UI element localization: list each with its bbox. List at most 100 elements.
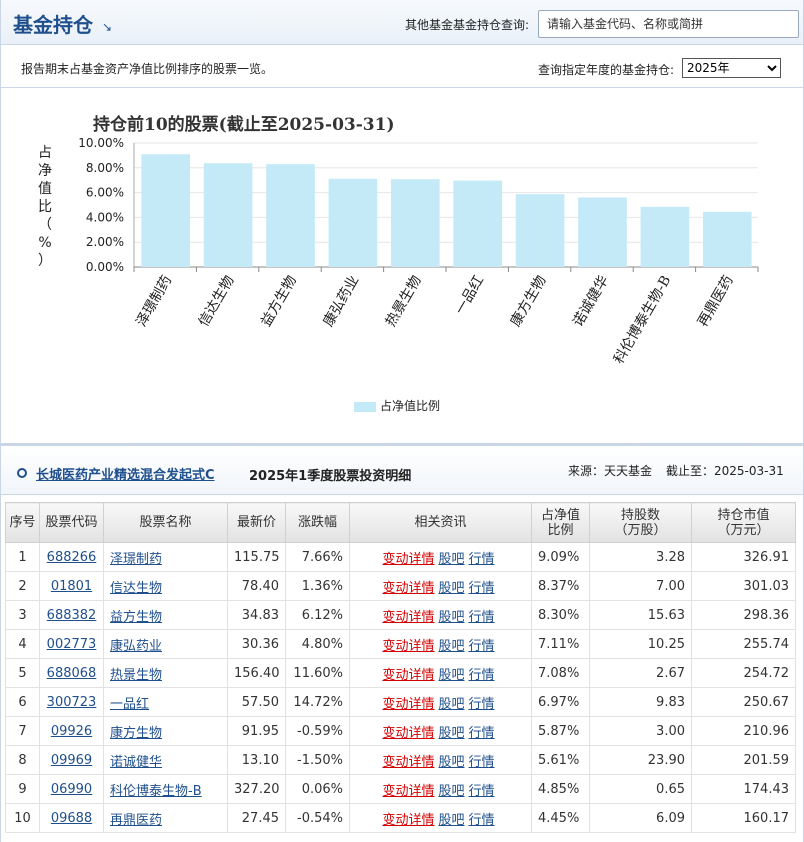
stock-code-link[interactable]: 06990 (51, 782, 92, 797)
col-ratio: 占净值 比例 (531, 502, 590, 543)
related-info: 变动详情 股吧 行情 (349, 745, 532, 775)
stock-name-link[interactable]: 再鼎医药 (110, 813, 162, 828)
bar-9 (640, 206, 690, 267)
market-value: 298.36 (691, 600, 796, 630)
guba-link[interactable]: 股吧 (438, 813, 464, 828)
quote-link[interactable]: 行情 (469, 726, 495, 741)
stock-code-link[interactable]: 300723 (47, 695, 97, 710)
fund-search-input[interactable] (538, 10, 799, 38)
stock-name-link[interactable]: 泽璟制药 (110, 552, 162, 567)
related-info: 变动详情 股吧 行情 (349, 629, 532, 659)
stock-name-link[interactable]: 信达生物 (110, 581, 162, 596)
stock-name-link[interactable]: 科伦博泰生物-B (110, 784, 202, 799)
guba-link[interactable]: 股吧 (438, 581, 464, 596)
quote-link[interactable]: 行情 (469, 610, 495, 625)
fund-name-link[interactable]: 长城医药产业精选混合发起式C (36, 464, 215, 483)
year-select[interactable]: 2025年 (682, 58, 781, 78)
stock-name-link[interactable]: 康弘药业 (110, 639, 162, 654)
latest-price: 156.40 (227, 658, 286, 688)
y-tick-label: 10.00% (78, 136, 124, 150)
quote-link[interactable]: 行情 (469, 784, 495, 799)
stock-name-link[interactable]: 热景生物 (110, 668, 162, 683)
row-no: 4 (5, 629, 40, 659)
related-info: 变动详情 股吧 行情 (349, 571, 532, 601)
guba-link[interactable]: 股吧 (438, 610, 464, 625)
stock-code-link[interactable]: 09688 (51, 811, 92, 826)
table-row: 5 688068 热景生物 156.40 11.60% 变动详情 股吧 行情 7.08% 2.67… (5, 658, 796, 688)
col-no: 序号 (5, 502, 40, 543)
table-row: 7 09926 康方生物 91.95 -0.59% 变动详情 股吧 行情 5.87% 3.00 21… (5, 716, 796, 746)
shares-held: 3.00 (589, 716, 692, 746)
quote-link[interactable]: 行情 (469, 552, 495, 567)
x-tick-label: 康方生物 (507, 273, 550, 330)
y-axis-label-char: 净 (38, 163, 52, 179)
col-value: 持仓市值 （万元） (691, 502, 796, 543)
quote-link[interactable]: 行情 (469, 813, 495, 828)
change-detail-link[interactable]: 变动详情 (382, 755, 434, 770)
col-ratio-line2: 比例 (547, 522, 574, 538)
net-value-ratio: 7.11% (531, 629, 590, 659)
row-no: 6 (5, 687, 40, 717)
stock-code-link[interactable]: 09926 (51, 724, 92, 739)
y-tick-label: 8.00% (86, 161, 124, 175)
stock-code-link[interactable]: 01801 (51, 579, 92, 594)
net-value-ratio: 6.97% (531, 687, 590, 717)
quote-link[interactable]: 行情 (469, 755, 495, 770)
guba-link[interactable]: 股吧 (438, 697, 464, 712)
quote-link[interactable]: 行情 (469, 668, 495, 683)
stock-name-link[interactable]: 康方生物 (110, 726, 162, 741)
guba-link[interactable]: 股吧 (438, 755, 464, 770)
change-detail-link[interactable]: 变动详情 (382, 697, 434, 712)
guba-link[interactable]: 股吧 (438, 726, 464, 741)
change-detail-link[interactable]: 变动详情 (382, 639, 434, 654)
change-detail-link[interactable]: 变动详情 (382, 581, 434, 596)
col-related: 相关资讯 (349, 502, 532, 543)
y-axis-label-char: ） (38, 253, 52, 269)
quote-link[interactable]: 行情 (469, 639, 495, 654)
change-detail-link[interactable]: 变动详情 (382, 784, 434, 799)
col-shares: 持股数 （万股） (589, 502, 692, 543)
quote-link[interactable]: 行情 (469, 581, 495, 596)
latest-price: 78.40 (227, 571, 286, 601)
col-value-line2: （万元） (717, 522, 770, 538)
stock-name-link[interactable]: 诺诚健华 (110, 755, 162, 770)
change-detail-link[interactable]: 变动详情 (382, 813, 434, 828)
stock-name-link[interactable]: 益方生物 (110, 610, 162, 625)
y-tick-label: 0.00% (86, 260, 124, 274)
shares-held: 9.83 (589, 687, 692, 717)
bar-7 (515, 194, 565, 267)
net-value-ratio: 4.45% (531, 803, 590, 833)
bar-8 (578, 197, 627, 267)
guba-link[interactable]: 股吧 (438, 552, 464, 567)
table-row: 2 01801 信达生物 78.40 1.36% 变动详情 股吧 行情 8.37% 7.00 301… (5, 571, 796, 601)
net-value-ratio: 5.61% (531, 745, 590, 775)
guba-link[interactable]: 股吧 (438, 784, 464, 799)
legend-label: 占净值比例 (380, 399, 441, 413)
chart-y-axis-label: 占净值比 （% ） (35, 144, 55, 270)
market-value: 254.72 (691, 658, 796, 688)
x-tick-label: 益方生物 (258, 273, 300, 329)
stock-name-link[interactable]: 一品红 (110, 697, 149, 712)
x-tick-label: 泽璟制药 (133, 273, 175, 329)
stock-code-link[interactable]: 002773 (47, 637, 97, 652)
chart-legend[interactable]: 占净值比例 (354, 397, 440, 414)
market-value: 326.91 (691, 542, 796, 572)
stock-code-link[interactable]: 688068 (47, 666, 97, 681)
change-detail-link[interactable]: 变动详情 (382, 668, 434, 683)
y-tick-label: 2.00% (86, 235, 124, 249)
x-tick-label: 科伦博泰生物-B (610, 273, 674, 367)
stock-code-link[interactable]: 688382 (47, 608, 97, 623)
latest-price: 115.75 (227, 542, 286, 572)
net-value-ratio: 8.30% (531, 600, 590, 630)
x-tick-label: 信达生物 (196, 273, 238, 329)
change-detail-link[interactable]: 变动详情 (382, 552, 434, 567)
quote-link[interactable]: 行情 (469, 697, 495, 712)
guba-link[interactable]: 股吧 (438, 639, 464, 654)
shares-held: 2.67 (589, 658, 692, 688)
change-detail-link[interactable]: 变动详情 (382, 610, 434, 625)
change-detail-link[interactable]: 变动详情 (382, 726, 434, 741)
holdings-table: 序号 股票代码 股票名称 最新价 涨跌幅 相关资讯 占净值 比例 持股数 （万股） … (5, 502, 796, 833)
stock-code-link[interactable]: 688266 (47, 550, 97, 565)
stock-code-link[interactable]: 09969 (51, 753, 92, 768)
guba-link[interactable]: 股吧 (438, 668, 464, 683)
